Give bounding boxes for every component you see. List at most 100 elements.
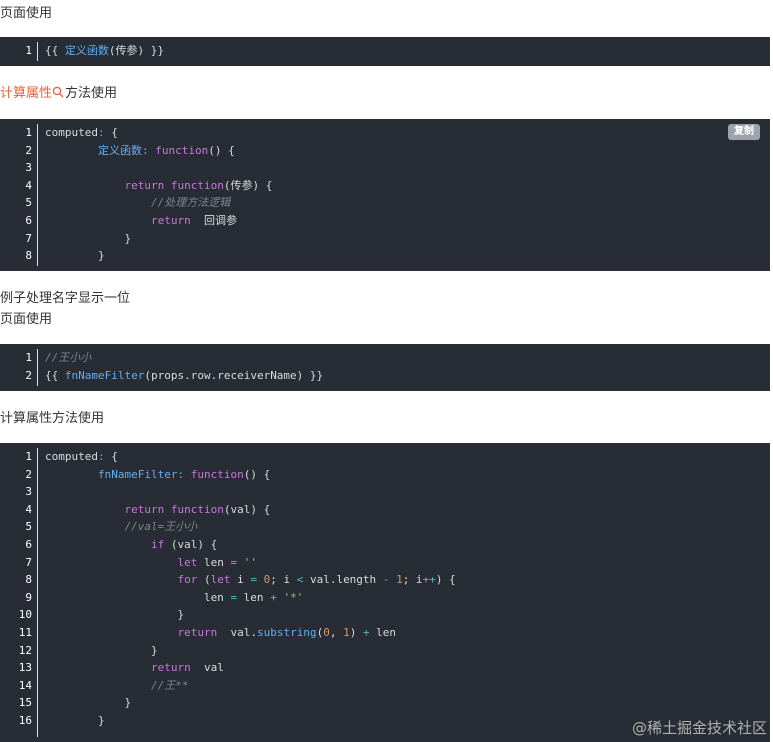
- line-number: 3: [25, 485, 32, 499]
- code-line: 3: [0, 483, 770, 501]
- code-token: }: [45, 714, 105, 727]
- code-token: ,: [329, 626, 344, 639]
- code-token: '': [243, 555, 257, 569]
- code-token: val.: [217, 626, 257, 639]
- code-token: {{: [45, 44, 65, 57]
- line-number: 2: [25, 467, 32, 481]
- line-number: 1: [25, 44, 32, 57]
- line-number: 1: [25, 450, 32, 463]
- code-token: return: [150, 661, 191, 675]
- code-line: 13 return val: [0, 659, 770, 677]
- code-line: 11 return val.substring(0, 1) + len: [0, 624, 770, 642]
- code-token: fnNameFilter: [64, 368, 145, 382]
- code-text: if (val) {: [45, 536, 217, 554]
- paragraph-text: 计算属性方法使用: [0, 411, 105, 426]
- code-line: 1 computed: {: [0, 124, 770, 142]
- code-line: 6 if (val) {: [0, 536, 770, 554]
- code-text: {{ fnNameFilter(props.row.receiverName) …: [45, 367, 323, 385]
- paragraph-text: 页面使用: [0, 312, 53, 327]
- code-token: }: [45, 608, 185, 622]
- code-token: 1: [343, 626, 350, 639]
- line-number: 2: [25, 143, 32, 157]
- code-text: }: [45, 247, 105, 265]
- code-token: :: [97, 126, 105, 139]
- code-token: computed: [45, 126, 98, 139]
- code-line: 3: [0, 159, 770, 177]
- code-token: return: [124, 178, 165, 192]
- code-token: return: [150, 214, 191, 227]
- code-token: len: [197, 555, 231, 569]
- paragraph-text: 页面使用: [0, 6, 53, 21]
- code-line: 1 {{ 定义函数(传参) }}: [0, 42, 770, 60]
- code-token: let: [210, 573, 231, 587]
- code-token: (props.row.receiverName) }}: [144, 368, 324, 382]
- paragraph-page-usage: 页面使用: [0, 5, 52, 23]
- code-text: return 回调参: [45, 212, 237, 230]
- code-token: len: [237, 590, 271, 604]
- code-token: (: [197, 573, 211, 587]
- line-number: 8: [25, 573, 32, 587]
- code-line: 4 return function(传参) {: [0, 177, 770, 195]
- code-text: //val=王小小: [45, 518, 197, 536]
- code-token: {: [104, 450, 118, 463]
- code-text: }: [45, 694, 131, 712]
- line-number: 16: [18, 714, 32, 727]
- code-token: return: [177, 626, 218, 639]
- code-block-3: 1 //王小小 2 {{ fnNameFilter(props.row.receive…: [0, 344, 770, 391]
- code-text: }: [45, 230, 131, 248]
- code-token: val.length: [303, 573, 383, 587]
- code-token: ; i: [402, 573, 423, 587]
- code-line: 7 let len = '': [0, 554, 770, 572]
- line-number: 14: [18, 678, 32, 692]
- paragraph-computed-method-2: 计算属性方法使用: [0, 410, 104, 428]
- line-number: 1: [25, 351, 32, 364]
- line-number: 11: [18, 626, 32, 639]
- line-number: 10: [18, 608, 32, 622]
- code-token: len: [45, 590, 231, 604]
- code-token: computed: [45, 450, 98, 463]
- code-text: 定义函数: function() {: [45, 142, 235, 160]
- line-number: 4: [25, 502, 32, 516]
- line-number: 2: [25, 368, 32, 382]
- paragraph-text: 例子处理名字显示一位: [0, 291, 131, 306]
- code-text: //王小小: [45, 349, 91, 367]
- code-token: (val) {: [223, 502, 271, 516]
- computed-property-link[interactable]: 计算属性: [0, 86, 52, 101]
- search-icon[interactable]: [52, 86, 64, 98]
- code-text: return function(传参) {: [45, 177, 272, 195]
- code-line: 1 computed: {: [0, 448, 770, 466]
- code-text: }: [45, 606, 184, 624]
- code-block-4: 1 computed: {2 fnNameFilter: function() {…: [0, 443, 770, 742]
- code-text: return val.substring(0, 1) + len: [45, 624, 396, 642]
- code-line: 8 }: [0, 247, 770, 265]
- code-token: '*': [283, 590, 304, 604]
- code-token: function: [170, 178, 224, 192]
- code-token: 1: [396, 573, 403, 587]
- code-line: 15 }: [0, 694, 770, 712]
- code-line: 6 return 回调参: [0, 212, 770, 230]
- code-text: return function(val) {: [45, 501, 270, 519]
- code-line: 1 //王小小: [0, 349, 770, 367]
- code-token: 回调参: [190, 214, 237, 227]
- code-token: }: [45, 643, 158, 657]
- code-line: 7 }: [0, 230, 770, 248]
- code-token: //王**: [150, 678, 189, 692]
- watermark: @稀土掘金技术社区: [631, 719, 767, 737]
- line-number: 4: [25, 178, 32, 192]
- code-line: 5 //val=王小小: [0, 518, 770, 536]
- code-token: function: [190, 467, 244, 481]
- code-token: ): [349, 626, 363, 639]
- code-token: len: [369, 626, 397, 639]
- code-token: return: [124, 502, 165, 516]
